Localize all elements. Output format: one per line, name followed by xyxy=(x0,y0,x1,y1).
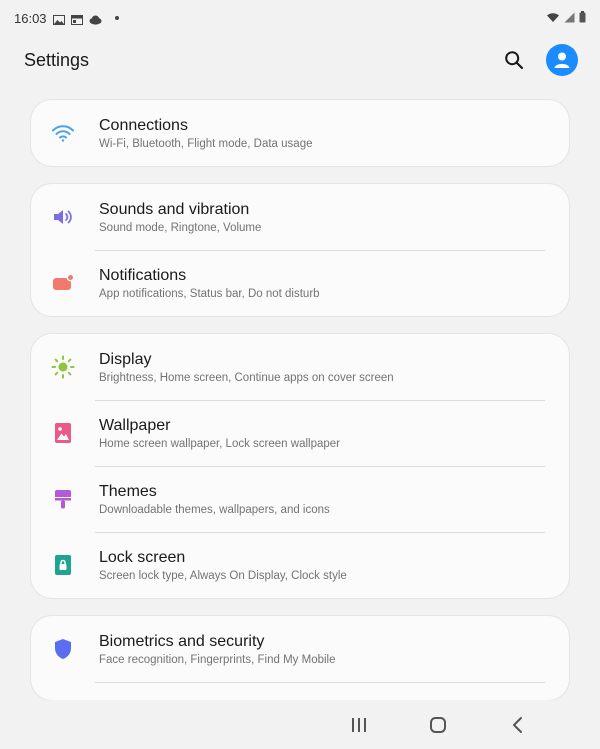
status-left: 16:03 xyxy=(14,11,119,26)
speaker-icon xyxy=(51,205,75,229)
settings-item-biometrics[interactable]: Biometrics and security Face recognition… xyxy=(31,616,569,682)
person-icon xyxy=(554,52,570,68)
status-time: 16:03 xyxy=(14,10,47,26)
item-text: Wallpaper Home screen wallpaper, Lock sc… xyxy=(99,416,340,452)
gallery-icon xyxy=(52,13,65,25)
settings-item-sounds[interactable]: Sounds and vibration Sound mode, Rington… xyxy=(31,184,569,250)
notification-dot xyxy=(114,16,119,20)
settings-group-security: Biometrics and security Face recognition… xyxy=(30,615,570,701)
search-button[interactable] xyxy=(500,46,528,74)
item-subtitle: App notifications, Status bar, Do not di… xyxy=(99,288,320,300)
item-subtitle: Home screen wallpaper, Lock screen wallp… xyxy=(99,438,340,450)
calendar-icon xyxy=(70,13,83,25)
item-subtitle: Face recognition, Fingerprints, Find My … xyxy=(99,654,336,666)
status-right xyxy=(546,10,586,26)
item-subtitle: Screen lock type, Always On Display, Clo… xyxy=(99,570,347,582)
signal-icon xyxy=(564,11,575,26)
settings-item-next[interactable] xyxy=(31,682,569,700)
recents-button[interactable] xyxy=(346,712,372,738)
back-icon xyxy=(513,717,522,733)
settings-item-display[interactable]: Display Brightness, Home screen, Continu… xyxy=(31,334,569,400)
item-title: Wallpaper xyxy=(99,417,171,434)
home-button[interactable] xyxy=(425,712,451,738)
page-title: Settings xyxy=(24,49,90,70)
back-button[interactable] xyxy=(505,712,531,738)
item-title: Display xyxy=(99,351,152,368)
settings-item-themes[interactable]: Themes Downloadable themes, wallpapers, … xyxy=(31,466,569,532)
item-text: Display Brightness, Home screen, Continu… xyxy=(99,350,394,386)
wifi-icon xyxy=(546,11,560,26)
settings-item-wallpaper[interactable]: Wallpaper Home screen wallpaper, Lock sc… xyxy=(31,400,569,466)
cloud-icon xyxy=(89,13,102,25)
item-title: Connections xyxy=(99,117,188,134)
item-text: Biometrics and security Face recognition… xyxy=(99,632,336,668)
item-title: Themes xyxy=(99,483,157,500)
item-title: Notifications xyxy=(99,267,187,284)
sun-icon xyxy=(51,355,75,379)
navigation-bar xyxy=(0,700,600,749)
item-text: Themes Downloadable themes, wallpapers, … xyxy=(99,482,330,518)
item-subtitle: Brightness, Home screen, Continue apps o… xyxy=(99,372,394,384)
item-text: Notifications App notifications, Status … xyxy=(99,266,320,302)
header-actions xyxy=(500,44,578,76)
status-bar: 16:03 xyxy=(0,0,600,36)
settings-group-connections: Connections Wi-Fi, Bluetooth, Flight mod… xyxy=(30,99,570,167)
settings-item-connections[interactable]: Connections Wi-Fi, Bluetooth, Flight mod… xyxy=(31,100,569,166)
image-icon xyxy=(51,421,75,445)
item-text: Connections Wi-Fi, Bluetooth, Flight mod… xyxy=(99,116,313,152)
wifi-icon xyxy=(51,121,75,145)
item-subtitle: Wi-Fi, Bluetooth, Flight mode, Data usag… xyxy=(99,138,313,150)
notification-icon xyxy=(51,271,75,295)
shield-icon xyxy=(51,637,75,661)
recents-icon xyxy=(352,718,366,732)
item-text: Lock screen Screen lock type, Always On … xyxy=(99,548,347,584)
settings-item-notifications[interactable]: Notifications App notifications, Status … xyxy=(31,250,569,316)
item-text: Sounds and vibration Sound mode, Rington… xyxy=(99,200,261,236)
item-subtitle: Sound mode, Ringtone, Volume xyxy=(99,222,262,234)
brush-icon xyxy=(51,487,75,511)
settings-list: Connections Wi-Fi, Bluetooth, Flight mod… xyxy=(30,99,570,717)
app-header: Settings xyxy=(0,36,600,84)
home-icon xyxy=(430,717,446,733)
item-title: Biometrics and security xyxy=(99,633,265,650)
item-subtitle: Downloadable themes, wallpapers, and ico… xyxy=(99,504,330,516)
search-icon xyxy=(505,51,524,70)
settings-group-sound: Sounds and vibration Sound mode, Rington… xyxy=(30,183,570,317)
lock-icon xyxy=(51,553,75,577)
item-title: Sounds and vibration xyxy=(99,201,250,218)
battery-icon xyxy=(579,10,586,26)
settings-group-display: Display Brightness, Home screen, Continu… xyxy=(30,333,570,599)
account-avatar[interactable] xyxy=(546,44,578,76)
settings-item-lock-screen[interactable]: Lock screen Screen lock type, Always On … xyxy=(31,532,569,598)
item-title: Lock screen xyxy=(99,549,186,566)
